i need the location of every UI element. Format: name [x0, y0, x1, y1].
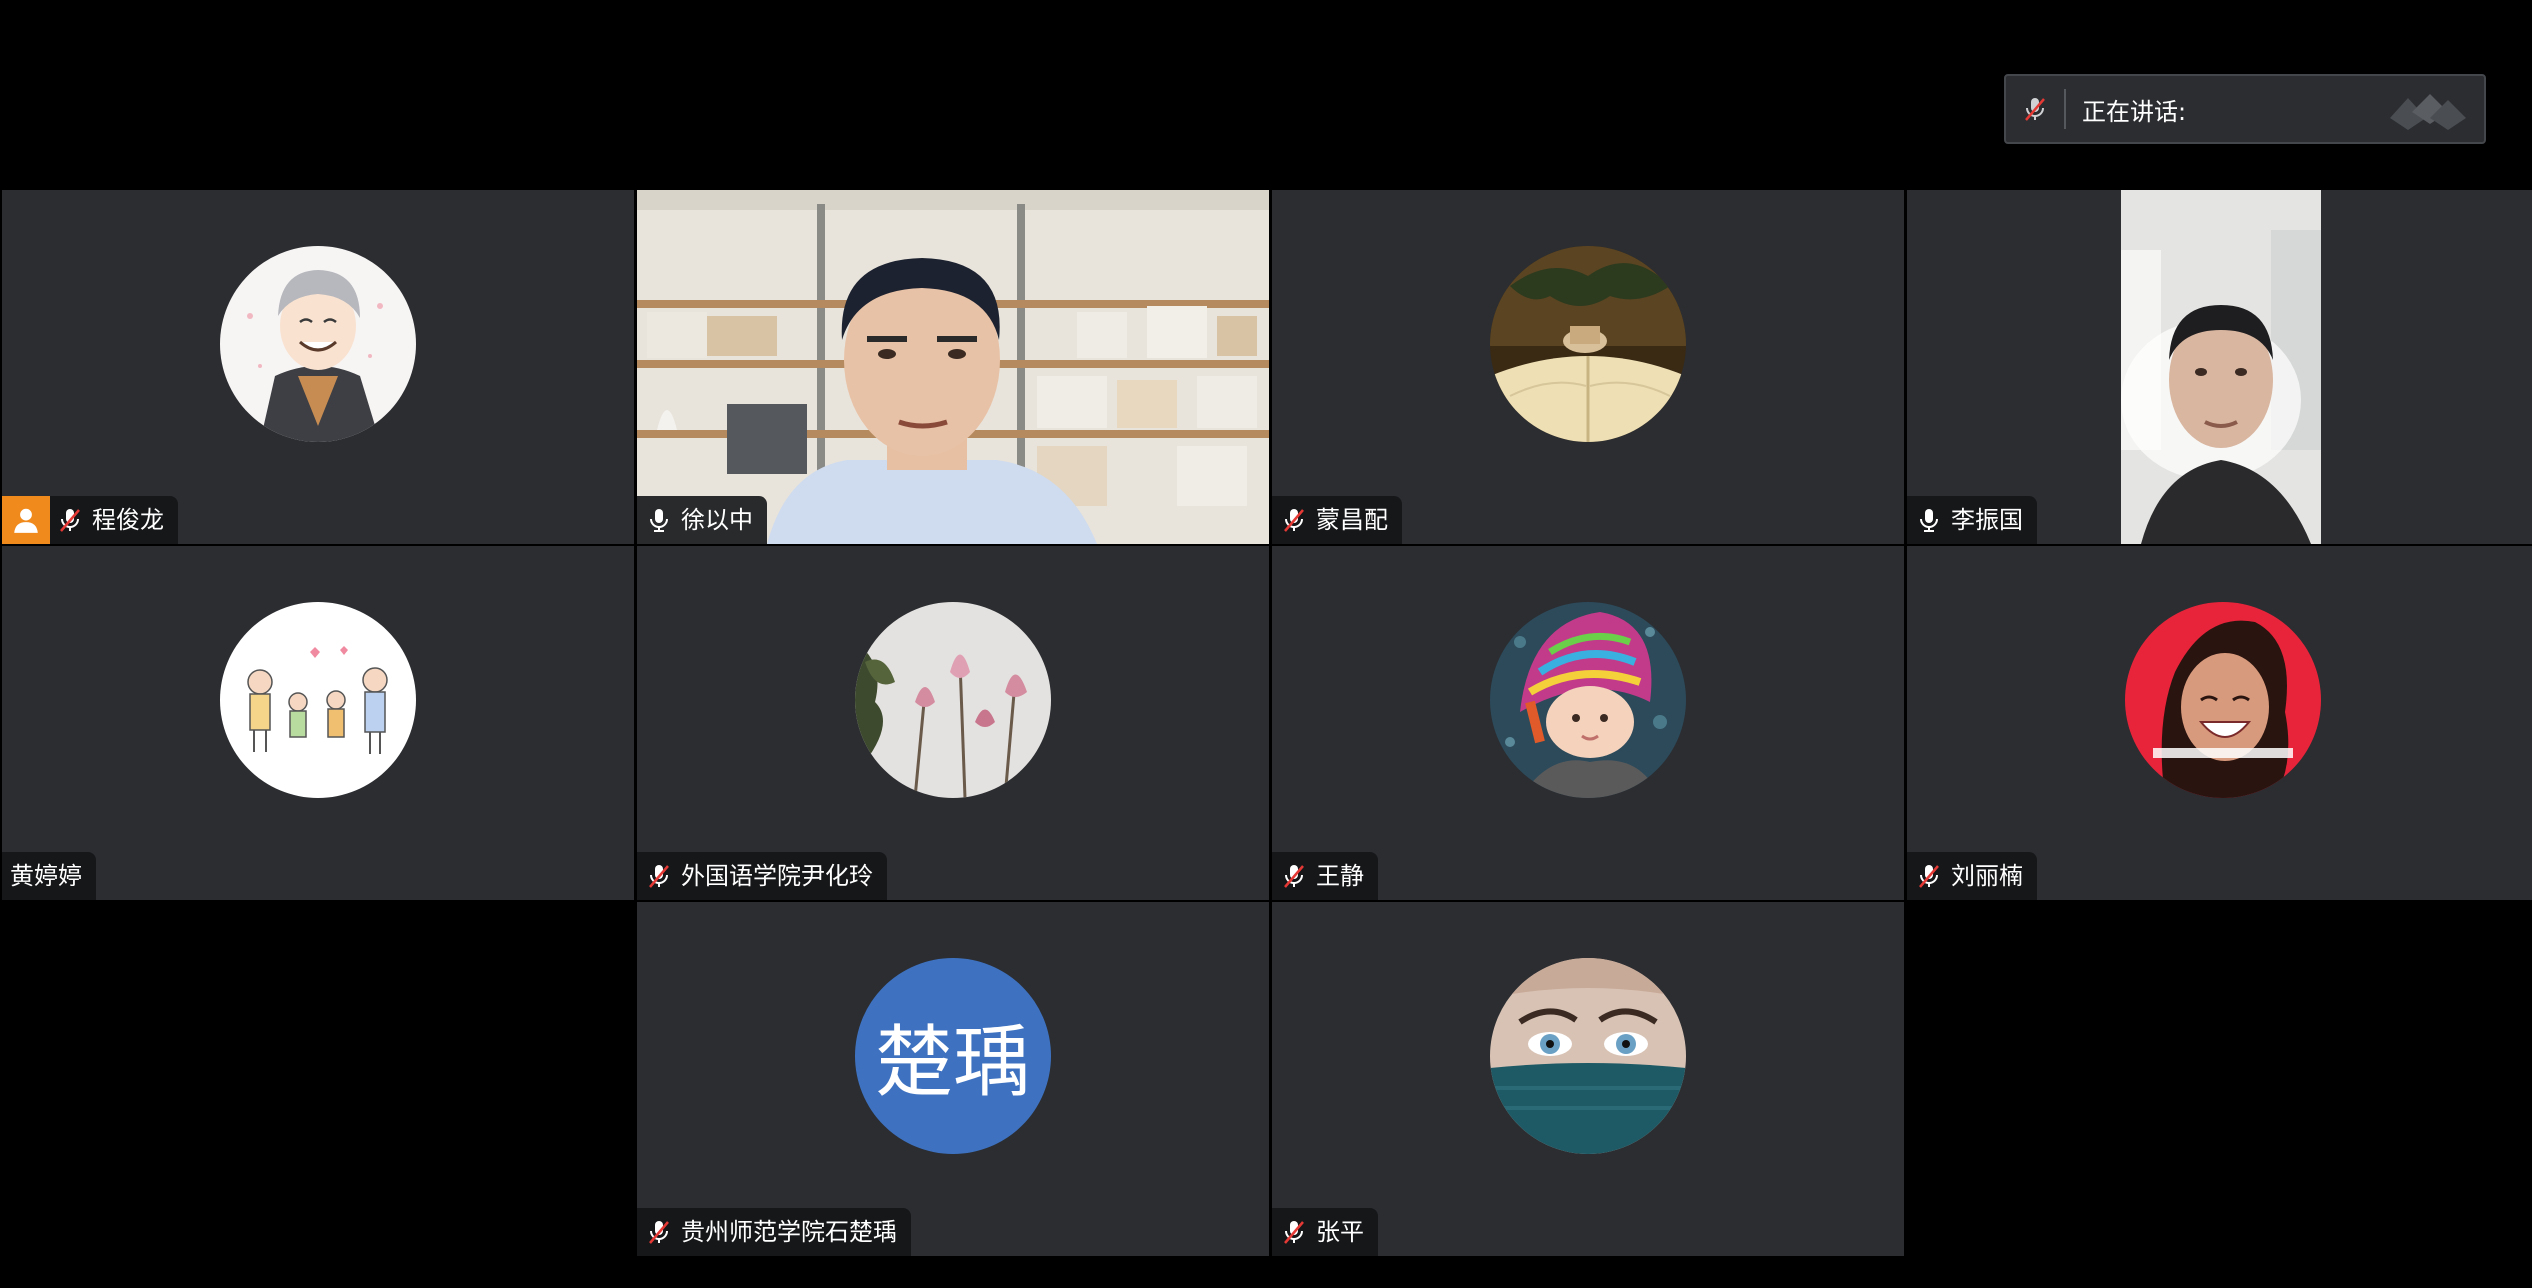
muted-mic-icon [1280, 506, 1308, 534]
muted-mic-icon [1280, 862, 1308, 890]
participant-tile-8[interactable]: 刘丽楠 [1907, 546, 2532, 900]
muted-mic-icon [645, 862, 673, 890]
participant-name: 蒙昌配 [1316, 506, 1388, 534]
muted-mic-icon [1915, 862, 1943, 890]
divider [2064, 89, 2066, 129]
participant-tile-4[interactable]: 李振国 [1907, 190, 2532, 544]
participant-tile-2[interactable]: 徐以中 [637, 190, 1269, 544]
participant-name-tag: 徐以中 [637, 496, 767, 544]
video-feed [2121, 190, 2321, 544]
participant-name-tag: 李振国 [1907, 496, 2037, 544]
participant-tile-1[interactable]: 程俊龙 [2, 190, 634, 544]
participant-name: 刘丽楠 [1951, 862, 2023, 890]
participant-name-tag: 刘丽楠 [1907, 852, 2037, 900]
app-logo-icon [2390, 94, 2466, 130]
participant-name: 李振国 [1951, 506, 2023, 534]
participant-name: 程俊龙 [92, 506, 164, 534]
participant-name: 徐以中 [681, 506, 753, 534]
participant-name-tag: 蒙昌配 [1272, 496, 1402, 544]
participant-name: 黄婷婷 [10, 862, 82, 890]
avatar [1490, 602, 1686, 798]
avatar [1490, 246, 1686, 442]
initials-avatar: 楚瑀 [855, 958, 1051, 1154]
participant-tile-9[interactable]: 楚瑀 贵州师范学院石楚瑀 [637, 902, 1269, 1256]
video-feed [637, 190, 1269, 544]
participant-tile-6[interactable]: 外国语学院尹化玲 [637, 546, 1269, 900]
avatar [220, 246, 416, 442]
meeting-gallery-view: 正在讲话: 程俊龙 徐以中 蒙昌配 李振国 黄婷婷 外国语学院尹化玲 王静 刘丽… [0, 0, 2532, 1288]
muted-mic-icon [1280, 1218, 1308, 1246]
participant-name-tag: 王静 [1272, 852, 1378, 900]
participant-name-tag: 黄婷婷 [2, 852, 96, 900]
participant-name-tag: 外国语学院尹化玲 [637, 852, 887, 900]
host-icon [2, 496, 50, 544]
participant-name: 张平 [1316, 1218, 1364, 1246]
participant-name-tag: 程俊龙 [2, 496, 178, 544]
muted-mic-icon [56, 506, 84, 534]
participant-name: 贵州师范学院石楚瑀 [681, 1218, 897, 1246]
avatar [1490, 958, 1686, 1154]
muted-mic-icon [2006, 76, 2064, 142]
participant-tile-3[interactable]: 蒙昌配 [1272, 190, 1904, 544]
avatar [855, 602, 1051, 798]
avatar [2125, 602, 2321, 798]
participant-tile-7[interactable]: 王静 [1272, 546, 1904, 900]
participant-name-tag: 贵州师范学院石楚瑀 [637, 1208, 911, 1256]
participant-name: 外国语学院尹化玲 [681, 862, 873, 890]
participant-name-tag: 张平 [1272, 1208, 1378, 1256]
muted-mic-icon [645, 1218, 673, 1246]
speaking-label: 正在讲话: [2082, 97, 2187, 126]
active-speaker-indicator: 正在讲话: [2004, 74, 2486, 144]
mic-icon [1915, 506, 1943, 534]
participant-tile-10[interactable]: 张平 [1272, 902, 1904, 1256]
participant-name: 王静 [1316, 862, 1364, 890]
mic-icon [645, 506, 673, 534]
avatar [220, 602, 416, 798]
participant-tile-5[interactable]: 黄婷婷 [2, 546, 634, 900]
